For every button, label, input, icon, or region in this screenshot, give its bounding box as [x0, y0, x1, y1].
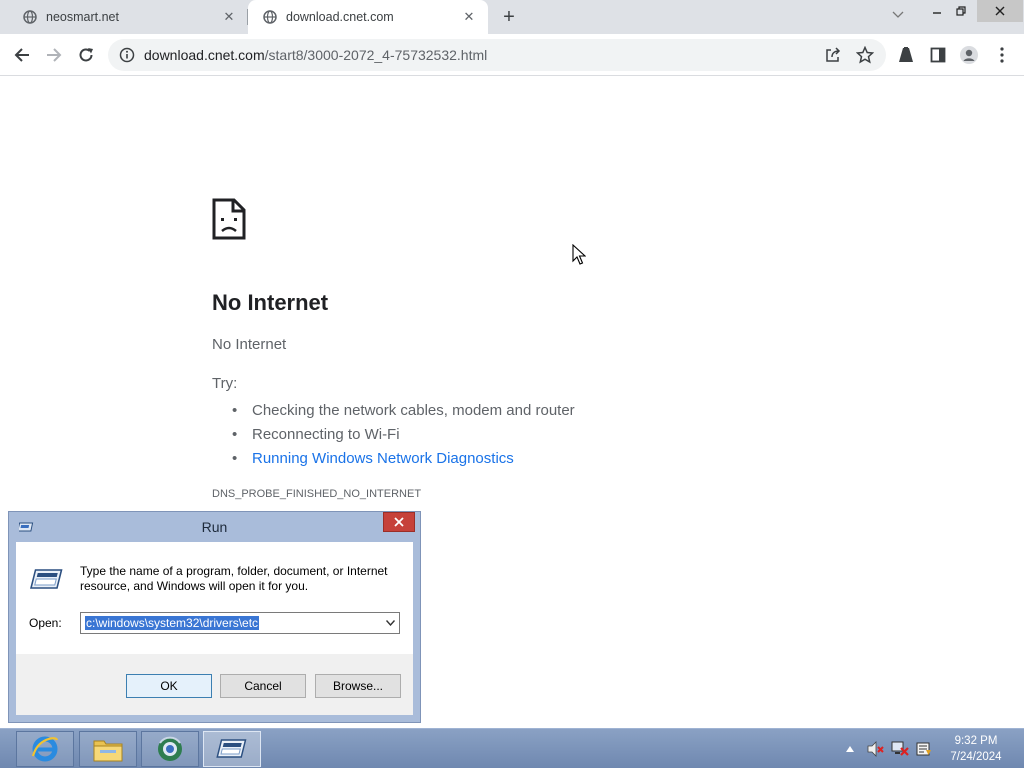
tab-title: download.cnet.com: [286, 10, 394, 24]
file-explorer-icon[interactable]: [79, 731, 137, 767]
run-dialog-icon[interactable]: [203, 731, 261, 767]
tab-download-cnet[interactable]: download.cnet.com ✕: [248, 0, 488, 34]
network-disconnected-icon[interactable]: [890, 729, 910, 768]
forward-button[interactable]: [42, 43, 66, 67]
open-input-value[interactable]: c:\windows\system32\drivers\etc: [85, 616, 260, 630]
browse-button[interactable]: Browse...: [315, 674, 401, 698]
speaker-muted-icon[interactable]: [866, 729, 886, 768]
system-clock[interactable]: 9:32 PM 7/24/2024: [936, 733, 1016, 765]
clock-date: 7/24/2024: [950, 751, 1002, 763]
run-program-icon: [28, 568, 64, 597]
url-path: /start8/3000-2072_4-75732532.html: [264, 47, 488, 63]
suggestion-text: Checking the network cables, modem and r…: [252, 401, 575, 419]
list-item: Running Windows Network Diagnostics: [232, 446, 575, 470]
list-item: Checking the network cables, modem and r…: [232, 398, 575, 422]
site-info-icon[interactable]: [118, 46, 136, 64]
forward-arrow-icon: [47, 48, 62, 62]
close-icon: [394, 517, 404, 527]
reload-icon: [79, 48, 93, 62]
open-combobox[interactable]: c:\windows\system32\drivers\etc: [80, 612, 400, 634]
window-close-button[interactable]: [977, 0, 1023, 22]
cancel-button[interactable]: Cancel: [220, 674, 306, 698]
dialog-body: [16, 542, 413, 654]
tab-close-icon[interactable]: ✕: [460, 8, 478, 26]
network-diagnostics-link[interactable]: Running Windows Network Diagnostics: [252, 450, 514, 467]
run-dialog: Run Type the name of a program, folder, …: [8, 511, 421, 723]
tab-strip: neosmart.net ✕ download.cnet.com ✕ +: [0, 0, 1024, 34]
dialog-title: Run: [201, 519, 228, 535]
browser-toolbar: download.cnet.com/start8/3000-2072_4-757…: [0, 34, 1024, 76]
try-label: Try:: [212, 375, 238, 392]
back-arrow-icon: [14, 48, 29, 62]
back-button[interactable]: [10, 43, 34, 67]
restore-button[interactable]: [950, 0, 972, 22]
mouse-cursor-icon: [572, 243, 587, 271]
reload-button[interactable]: [74, 43, 98, 67]
dialog-title-bar[interactable]: Run: [9, 512, 420, 542]
browser-globe-icon[interactable]: [141, 731, 199, 767]
url-text: download.cnet.com/start8/3000-2072_4-757…: [144, 47, 487, 63]
open-label-text: Open:: [29, 616, 62, 630]
new-tab-button[interactable]: +: [498, 6, 520, 28]
bookmark-star-icon[interactable]: [856, 46, 874, 64]
suggestion-text: Reconnecting to Wi-Fi: [252, 425, 400, 443]
clock-time: 9:32 PM: [954, 735, 998, 747]
profile-avatar-icon[interactable]: [959, 45, 979, 65]
suggestion-list: Checking the network cables, modem and r…: [232, 398, 575, 470]
address-bar[interactable]: download.cnet.com/start8/3000-2072_4-757…: [108, 39, 886, 71]
minimize-button[interactable]: [926, 0, 948, 22]
action-center-icon[interactable]: [913, 729, 933, 768]
dropdown-arrow-icon[interactable]: [384, 617, 396, 629]
list-item: Reconnecting to Wi-Fi: [232, 422, 575, 446]
tab-search-icon[interactable]: [886, 4, 910, 26]
error-title: No Internet: [212, 290, 329, 315]
globe-icon: [262, 9, 278, 25]
sad-page-icon: [212, 198, 246, 245]
error-subtitle: No Internet: [212, 336, 287, 353]
tab-close-icon[interactable]: ✕: [220, 8, 238, 26]
globe-icon: [22, 9, 38, 25]
show-hidden-icons-icon[interactable]: [843, 729, 857, 768]
side-panel-icon[interactable]: [928, 45, 948, 65]
ok-button[interactable]: OK: [126, 674, 212, 698]
url-host: download.cnet.com: [144, 47, 265, 63]
open-label: Open:: [29, 616, 62, 630]
internet-explorer-icon[interactable]: [16, 731, 74, 767]
tab-title: neosmart.net: [46, 10, 119, 24]
share-icon[interactable]: [824, 46, 842, 64]
menu-kebab-icon[interactable]: [992, 45, 1012, 65]
error-code: DNS_PROBE_FINISHED_NO_INTERNET: [212, 488, 422, 500]
extension-icon[interactable]: [896, 45, 916, 65]
taskbar: 9:32 PM 7/24/2024: [0, 728, 1024, 768]
dialog-description: Type the name of a program, folder, docu…: [80, 564, 388, 593]
tab-neosmart[interactable]: neosmart.net ✕: [8, 0, 248, 34]
dialog-close-button[interactable]: [383, 512, 415, 532]
